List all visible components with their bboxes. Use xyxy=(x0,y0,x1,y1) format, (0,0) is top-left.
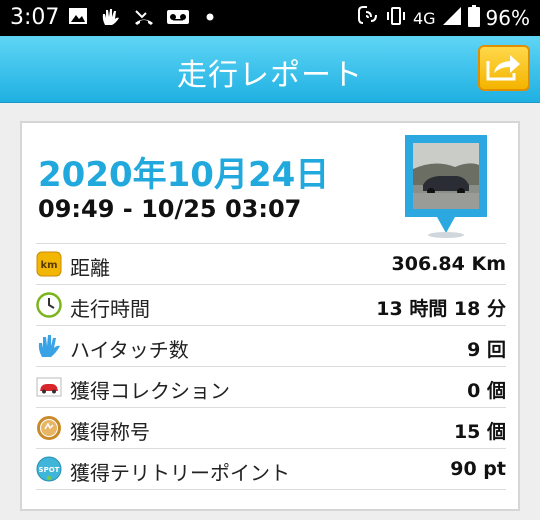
page-title: 走行レポート xyxy=(177,58,363,93)
notification-dot-icon xyxy=(205,7,215,33)
medal-icon xyxy=(36,415,62,441)
stat-row-drive-time: 走行時間 13 時間 18 分 xyxy=(36,284,506,325)
status-bar: 3:07 4G 96% xyxy=(0,0,540,36)
stat-row-collection: 獲得コレクション 0 個 xyxy=(36,366,506,407)
stat-row-high-touch: ハイタッチ数 9 回 xyxy=(36,325,506,366)
image-notification-icon xyxy=(68,7,88,31)
status-time: 3:07 xyxy=(10,5,60,30)
nfc-icon xyxy=(357,5,379,31)
stat-value: 90 pt xyxy=(450,458,506,480)
hand-notification-icon xyxy=(100,7,122,33)
vibrate-icon xyxy=(385,5,407,31)
battery-icon xyxy=(467,5,480,31)
stat-row-distance: km 距離 306.84 Km xyxy=(36,243,506,284)
battery-percent: 96% xyxy=(485,6,530,30)
share-button[interactable] xyxy=(478,45,530,91)
stat-row-titles: 獲得称号 15 個 xyxy=(36,407,506,448)
stat-row-territory: SPOT 獲得テリトリーポイント 90 pt xyxy=(36,448,506,490)
svg-text:SPOT: SPOT xyxy=(39,466,60,474)
clock-icon xyxy=(36,292,62,318)
signal-icon xyxy=(442,6,462,30)
report-card: 2020年10月24日 09:49 - 10/25 03:07 km 距離 30… xyxy=(20,121,520,511)
car-icon xyxy=(36,374,62,400)
stat-value: 0 個 xyxy=(467,380,506,402)
stat-label: 走行時間 xyxy=(70,297,150,321)
stat-value: 13 時間 18 分 xyxy=(376,298,506,320)
stat-label: ハイタッチ数 xyxy=(70,338,189,362)
hand-icon xyxy=(36,333,62,359)
app-header: 走行レポート xyxy=(0,36,540,103)
stat-label: 獲得テリトリーポイント xyxy=(70,461,290,485)
stat-value: 9 回 xyxy=(467,339,506,361)
report-date: 2020年10月24日 xyxy=(38,155,330,195)
network-type: 4G xyxy=(412,8,436,28)
km-icon: km xyxy=(36,251,62,277)
stat-label: 獲得コレクション xyxy=(70,379,230,403)
stat-label: 獲得称号 xyxy=(70,420,150,444)
spot-icon: SPOT xyxy=(36,456,62,482)
svg-text:km: km xyxy=(40,260,57,271)
report-stats: km 距離 306.84 Km 走行時間 13 時間 18 分 ハイタッチ数 9… xyxy=(36,243,506,490)
share-icon xyxy=(486,55,520,81)
stat-label: 距離 xyxy=(70,256,110,280)
report-time-range: 09:49 - 10/25 03:07 xyxy=(38,195,302,223)
status-right: 4G 96% xyxy=(357,5,530,31)
stat-value: 306.84 Km xyxy=(391,253,506,275)
voicemail-icon xyxy=(166,7,190,33)
photo-thumbnail[interactable] xyxy=(405,135,487,239)
stat-value: 15 個 xyxy=(453,421,506,443)
missed-call-icon xyxy=(133,7,155,33)
